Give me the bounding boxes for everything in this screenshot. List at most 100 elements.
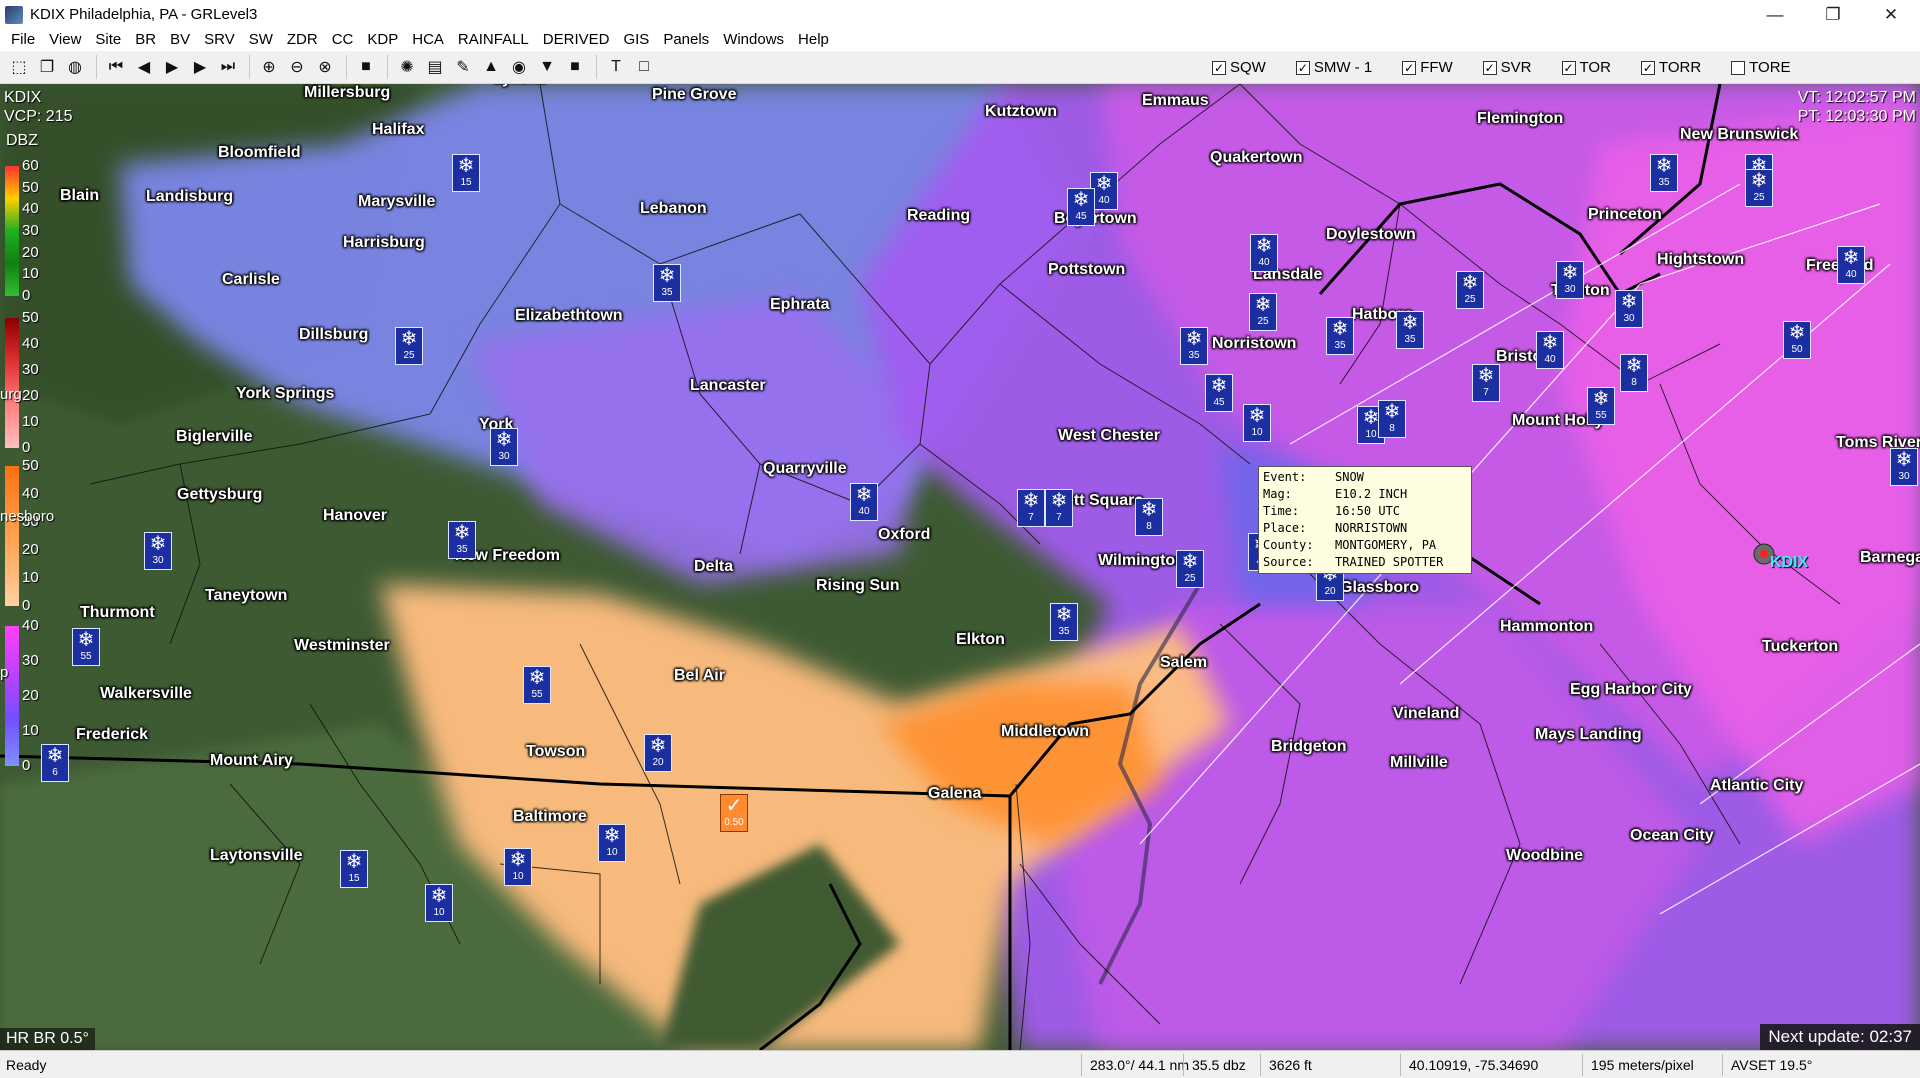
menu-panels[interactable]: Panels [656, 29, 716, 51]
snow-report-marker[interactable]: ❄ 25 [395, 327, 423, 365]
circle-button[interactable]: ◉ [506, 54, 532, 80]
snow-report-marker[interactable]: ❄30 [490, 428, 518, 466]
menu-file[interactable]: File [4, 29, 42, 51]
menu-kdp[interactable]: KDP [360, 29, 405, 51]
snow-report-marker[interactable]: ❄ 7 [1017, 489, 1045, 527]
snowflake-icon: ❄ [1140, 499, 1158, 521]
menu-hca[interactable]: HCA [405, 29, 451, 51]
close-button[interactable]: ✕ [1862, 0, 1920, 29]
checkbox[interactable]: ✓ [1295, 60, 1310, 75]
snow-report-marker[interactable]: ❄ 10 [1243, 404, 1271, 442]
first-frame-button[interactable]: ⏮ [103, 54, 129, 80]
snow-report-marker[interactable]: ❄ 10 [598, 824, 626, 862]
menu-gis[interactable]: GIS [616, 29, 656, 51]
checkbox[interactable]: ✓ [1212, 60, 1226, 75]
menu-derived[interactable]: DERIVED [536, 29, 617, 51]
snow-report-marker[interactable]: ❄ 35 [1050, 603, 1078, 641]
snow-report-marker[interactable]: ❄40 [850, 483, 878, 521]
snow-report-marker[interactable]: ❄ 25 [1176, 550, 1204, 588]
zoom-out-button[interactable]: ⊖ [284, 54, 310, 80]
triangle-button[interactable]: ▲ [478, 54, 504, 80]
menu-br[interactable]: BR [128, 29, 163, 51]
menu-zdr[interactable]: ZDR [280, 29, 325, 51]
snow-report-marker[interactable]: ❄30 [144, 532, 172, 570]
checkbox[interactable]: ✓ [1561, 60, 1576, 75]
snow-report-marker[interactable]: ❄30 [1556, 261, 1584, 299]
snow-report-marker[interactable]: ❄ 35 [653, 264, 681, 302]
menu-windows[interactable]: Windows [716, 29, 791, 51]
radar-map[interactable]: Millersburg Lykens Pine Grove Kutztown Emmau… [0, 84, 1920, 1050]
toggle-ffw[interactable]: ✓ FFW [1402, 59, 1453, 76]
checkbox[interactable] [1731, 60, 1746, 75]
snow-report-marker[interactable]: ❄ 15 [340, 850, 368, 888]
open-button[interactable]: ⬚ [6, 54, 32, 80]
menu-sw[interactable]: SW [242, 29, 280, 51]
snow-report-marker[interactable]: ❄ 8 [1378, 400, 1406, 438]
last-frame-button[interactable]: ⏭ [215, 54, 241, 80]
snow-report-marker[interactable]: ❄40 [1837, 246, 1865, 284]
snow-report-marker[interactable]: ❄ 8 [1135, 498, 1163, 536]
zoom-in-button[interactable]: ⊕ [256, 54, 282, 80]
snow-magnitude: 15 [348, 873, 360, 884]
toggle-svr[interactable]: ✓ SVR [1482, 59, 1532, 76]
next-frame-button[interactable]: ▶ [187, 54, 213, 80]
snow-report-marker[interactable]: ❄ 25 [1745, 169, 1773, 207]
snow-report-marker[interactable]: ❄ 8 [1620, 354, 1648, 392]
copy-button[interactable]: ❐ [34, 54, 60, 80]
snow-report-marker[interactable]: ❄ 35 [1650, 154, 1678, 192]
snow-report-marker[interactable]: ❄ 35 [1396, 311, 1424, 349]
menu-help[interactable]: Help [791, 29, 836, 51]
play-button[interactable]: ▶ [159, 54, 185, 80]
toggle-torr[interactable]: ✓ TORR [1640, 59, 1701, 76]
menu-cc[interactable]: CC [325, 29, 361, 51]
text-tool-button[interactable]: T [603, 54, 629, 80]
snow-report-marker[interactable]: ❄ 55 [523, 666, 551, 704]
snow-report-marker[interactable]: ❄ 55 [1587, 387, 1615, 425]
storm-track-button[interactable]: ✺ [394, 54, 420, 80]
prev-frame-button[interactable]: ◀ [131, 54, 157, 80]
snow-report-marker[interactable]: ❄ 7 [1045, 489, 1073, 527]
snow-report-marker[interactable]: ❄ 45 [1067, 188, 1095, 226]
blank-button[interactable]: □ [631, 54, 657, 80]
checkbox[interactable]: ✓ [1640, 60, 1655, 75]
stop-button[interactable]: ■ [353, 54, 379, 80]
snow-report-marker[interactable]: ❄ 10 [425, 884, 453, 922]
menu-view[interactable]: View [42, 29, 88, 51]
menu-site[interactable]: Site [88, 29, 128, 51]
menu-bv[interactable]: BV [163, 29, 197, 51]
snow-report-marker[interactable]: ❄ 10 [504, 848, 532, 886]
snow-report-marker[interactable]: ❄ 7 [1472, 364, 1500, 402]
snow-report-marker[interactable]: ❄40 [1250, 234, 1278, 272]
snow-report-marker[interactable]: ❄40 [1536, 331, 1564, 369]
snow-report-marker[interactable]: ❄ 25 [1249, 293, 1277, 331]
snow-report-marker[interactable]: ❄ 35 [448, 521, 476, 559]
snow-report-marker[interactable]: ❄30 [1890, 448, 1918, 486]
minimize-button[interactable]: — [1746, 0, 1804, 29]
measure-button[interactable]: ✎ [450, 54, 476, 80]
menu-rainfall[interactable]: RAINFALL [451, 29, 536, 51]
checkbox[interactable]: ✓ [1402, 60, 1417, 75]
snow-report-marker[interactable]: ❄ 35 [1180, 327, 1208, 365]
snow-report-marker[interactable]: ❄ 20 [644, 734, 672, 772]
zoom-reset-button[interactable]: ⊗ [312, 54, 338, 80]
snow-report-marker[interactable]: ❄ 25 [1456, 271, 1484, 309]
globe-button[interactable]: ◍ [62, 54, 88, 80]
toggle-sqw[interactable]: ✓ SQW [1212, 59, 1266, 76]
checkbox[interactable]: ✓ [1482, 60, 1497, 75]
square-button[interactable]: ■ [562, 54, 588, 80]
snow-report-marker[interactable]: ❄ 50 [1783, 321, 1811, 359]
snow-report-marker[interactable]: ❄ 15 [452, 154, 480, 192]
snow-report-marker[interactable]: ❄30 [1615, 290, 1643, 328]
snow-report-marker[interactable]: ❄ 45 [1205, 374, 1233, 412]
snow-report-marker[interactable]: ❄ 55 [72, 628, 100, 666]
snow-report-marker[interactable]: ❄ 35 [1326, 317, 1354, 355]
down-triangle-button[interactable]: ▼ [534, 54, 560, 80]
color-table-button[interactable]: ▤ [422, 54, 448, 80]
toggle-tor[interactable]: ✓ TOR [1561, 59, 1611, 76]
maximize-button[interactable]: ❐ [1804, 0, 1862, 29]
popup-value: 16:50 UTC [1335, 504, 1401, 518]
toggle-smw-1[interactable]: ✓ SMW - 1 [1295, 59, 1372, 76]
hail-report-marker[interactable]: ✓ 0.50 [720, 794, 748, 832]
menu-srv[interactable]: SRV [197, 29, 242, 51]
toggle-tore[interactable]: TORE [1731, 59, 1791, 76]
